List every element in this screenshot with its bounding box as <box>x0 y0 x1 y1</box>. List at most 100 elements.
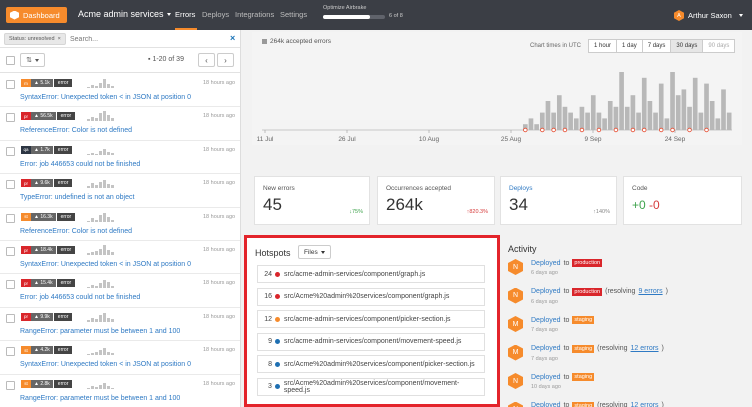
hotspot-row[interactable]: 8 src/Acme%20admin%20services/component/… <box>257 355 485 373</box>
error-row[interactable]: pr ▲ 9.6k error 18 hours ago TypeError: … <box>0 174 240 208</box>
deploy-marker[interactable] <box>523 127 528 133</box>
chart-bar[interactable] <box>709 101 715 130</box>
nav-errors[interactable]: Errors <box>175 10 195 19</box>
chart-bar[interactable] <box>704 83 709 130</box>
chart-bar[interactable] <box>721 89 726 130</box>
error-row[interactable]: st ▲ 4.2k error 18 hours ago SyntaxError… <box>0 341 240 375</box>
chart-bar[interactable] <box>579 106 585 130</box>
chart-bar[interactable] <box>585 112 590 130</box>
chart-bar[interactable] <box>545 101 551 130</box>
deploy-link[interactable]: Deployed <box>531 260 561 267</box>
deploy-marker[interactable] <box>596 127 602 133</box>
deploy-marker[interactable] <box>562 127 568 133</box>
chart-bar[interactable] <box>658 83 664 130</box>
project-switcher[interactable]: Acme admin services <box>78 9 171 19</box>
error-row[interactable]: st ▲ 2.8k error 18 hours ago RangeError:… <box>0 375 240 407</box>
deploy-marker[interactable] <box>613 127 619 133</box>
chart-bar[interactable] <box>528 118 534 130</box>
status-filter-chip[interactable]: Status: unresolved × <box>4 33 66 45</box>
row-checkbox[interactable] <box>6 347 15 357</box>
chart-bar[interactable] <box>715 118 721 130</box>
hotspot-row[interactable]: 16 src/Acme%20admin%20services/component… <box>257 287 485 306</box>
chart-bar[interactable] <box>726 112 732 130</box>
error-title-link[interactable]: SyntaxError: Unexpected token < in JSON … <box>20 261 191 268</box>
error-row[interactable]: st ▲ 16.3k error 18 hours ago ReferenceE… <box>0 208 240 241</box>
row-checkbox[interactable] <box>6 180 15 190</box>
error-title-link[interactable]: RangeError: parameter must be between 1 … <box>20 328 180 335</box>
chart-bar[interactable] <box>687 106 692 130</box>
stat-deploys[interactable]: Deploys 34 ↑140% <box>500 176 617 225</box>
chart-bar[interactable] <box>630 95 636 130</box>
deploy-marker[interactable] <box>642 127 647 133</box>
next-page-button[interactable]: › <box>217 53 234 67</box>
row-checkbox[interactable] <box>6 146 15 156</box>
row-checkbox[interactable] <box>6 213 15 223</box>
range-90-days[interactable]: 90 days <box>702 39 736 53</box>
chart-bar[interactable] <box>647 101 653 130</box>
optimize-progress-bar[interactable] <box>323 15 385 19</box>
select-all-checkbox[interactable] <box>6 56 15 65</box>
deploy-marker[interactable] <box>630 127 636 133</box>
optimize-label[interactable]: Optimize Airbrake <box>323 5 366 11</box>
row-checkbox[interactable] <box>6 113 15 123</box>
user-menu[interactable]: A Arthur Saxon <box>674 10 743 21</box>
chart-bar[interactable] <box>613 106 619 130</box>
chart-bar[interactable] <box>636 112 641 130</box>
row-checkbox[interactable] <box>6 380 15 390</box>
error-title-link[interactable]: SyntaxError: Unexpected token < in JSON … <box>20 361 191 368</box>
chart-bar[interactable] <box>573 118 579 130</box>
close-icon[interactable]: × <box>230 33 235 43</box>
error-title-link[interactable]: Error: job 446653 could not be finished <box>20 294 140 301</box>
stat-occurrences[interactable]: Occurrences accepted 264k ↑820.3% <box>377 176 495 225</box>
row-checkbox[interactable] <box>6 80 15 89</box>
range-1-day[interactable]: 1 day <box>616 39 643 53</box>
range-7-days[interactable]: 7 days <box>641 39 672 53</box>
hotspot-row[interactable]: 9 src/acme-admin-services/component/move… <box>257 332 485 351</box>
prev-page-button[interactable]: ‹ <box>198 53 215 67</box>
chart-bar[interactable] <box>692 77 698 130</box>
deploy-marker[interactable] <box>670 127 675 133</box>
error-row[interactable]: pr ▲ 15.4k error 18 hours ago Error: job… <box>0 274 240 308</box>
error-row[interactable]: qa ▲ 1.7k error 18 hours ago Error: job … <box>0 141 240 175</box>
resolved-errors-link[interactable]: 12 errors <box>631 345 659 352</box>
error-title-link[interactable]: SyntaxError: Unexpected token < in JSON … <box>20 94 191 101</box>
deploy-marker[interactable] <box>659 127 664 133</box>
stat-code[interactable]: Code +0 -0 <box>623 176 742 225</box>
hotspot-row[interactable]: 24 src/acme-admin-services/component/gra… <box>257 265 485 283</box>
deploy-marker[interactable] <box>540 127 545 133</box>
error-title-link[interactable]: TypeError: undefined is not an object <box>20 194 134 201</box>
dashboard-button[interactable]: Dashboard <box>6 7 67 23</box>
error-title-link[interactable]: ReferenceError: Color is not defined <box>20 127 132 134</box>
hotspot-row[interactable]: 12 src/acme-admin-services/component/pic… <box>257 310 485 328</box>
deploy-marker[interactable] <box>704 127 709 133</box>
hotspot-row[interactable]: 3 src/Acme%20admin%20services/component/… <box>257 377 485 396</box>
stat-new-errors[interactable]: New errors 45 ↓75% <box>254 176 370 225</box>
chart-bar[interactable] <box>698 112 704 130</box>
deploy-marker[interactable] <box>579 127 585 133</box>
row-checkbox[interactable] <box>6 313 15 323</box>
chart-bar[interactable] <box>619 72 624 130</box>
chart-bar[interactable] <box>562 106 568 130</box>
chart-bar[interactable] <box>534 124 539 130</box>
deploy-link[interactable]: Deployed <box>531 288 561 295</box>
chart-bar[interactable] <box>675 95 681 130</box>
chart-bar[interactable] <box>590 95 596 130</box>
chart-bar[interactable] <box>664 118 670 130</box>
error-title-link[interactable]: Error: job 446653 could not be finished <box>20 161 140 168</box>
chart-bar[interactable] <box>624 106 630 130</box>
chart-bar[interactable] <box>551 112 556 130</box>
files-dropdown[interactable]: Files <box>298 245 331 259</box>
chart-bar[interactable] <box>602 118 607 130</box>
chart-bar[interactable] <box>607 101 613 130</box>
row-checkbox[interactable] <box>6 247 15 256</box>
range-1-hour[interactable]: 1 hour <box>588 39 618 53</box>
error-row[interactable]: pr ▲ 56.5k error 18 hours ago ReferenceE… <box>0 107 240 141</box>
error-row[interactable]: pr ▲ 18.4k error 18 hours ago SyntaxErro… <box>0 241 240 275</box>
deploy-marker[interactable] <box>551 127 556 133</box>
error-row[interactable]: m ▲ 5.1k error 18 hours ago SyntaxError:… <box>0 74 240 108</box>
deploy-link[interactable]: Deployed <box>531 345 561 352</box>
nav-deploys[interactable]: Deploys <box>202 10 229 19</box>
range-30-days[interactable]: 30 days <box>670 39 704 53</box>
chart-bar[interactable] <box>653 112 658 130</box>
nav-settings[interactable]: Settings <box>280 10 307 19</box>
